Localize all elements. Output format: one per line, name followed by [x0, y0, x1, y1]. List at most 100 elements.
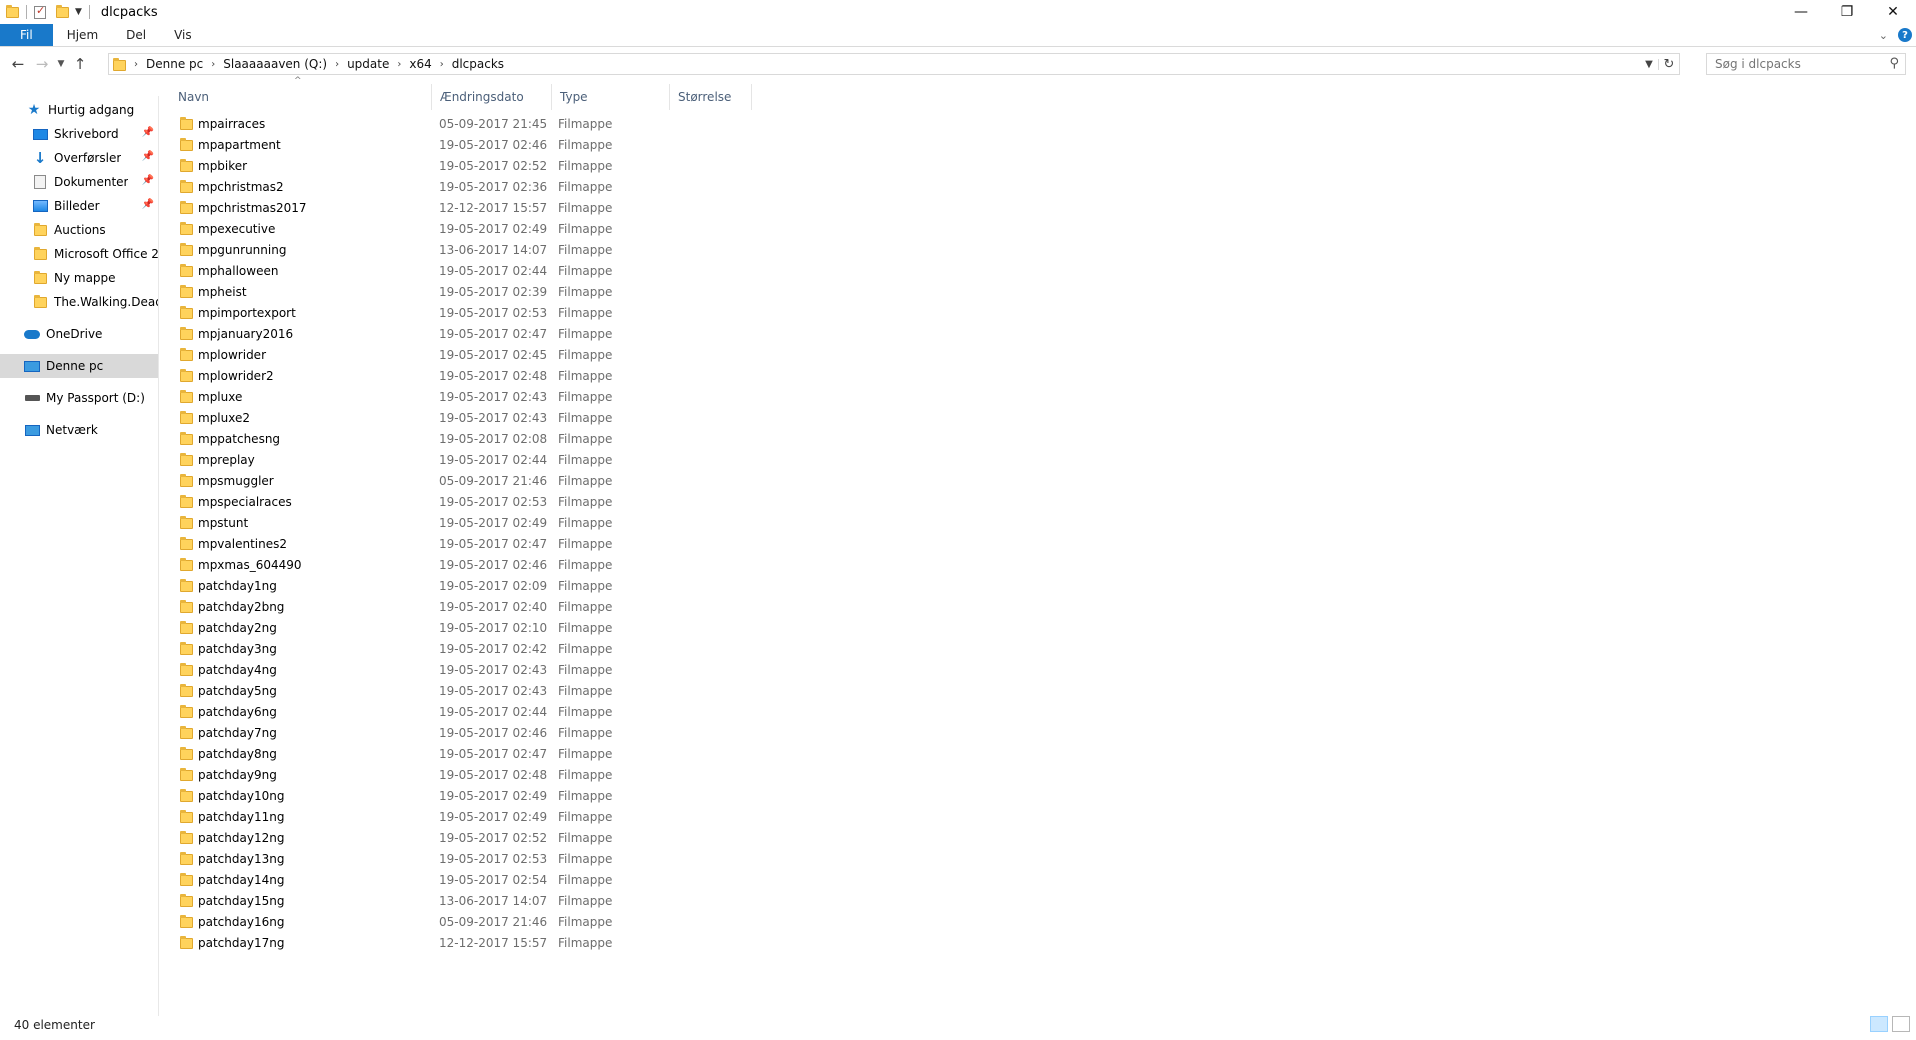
- address-history-chevron-icon[interactable]: ▼: [1640, 58, 1659, 70]
- file-row[interactable]: patchday2bng 19-05-2017 02:40 Filmappe: [170, 596, 770, 617]
- sidebar-item-pictures[interactable]: Billeder 📌: [0, 194, 158, 218]
- file-row[interactable]: patchday13ng 19-05-2017 02:53 Filmappe: [170, 848, 770, 869]
- file-row[interactable]: mpexecutive 19-05-2017 02:49 Filmappe: [170, 218, 770, 239]
- sidebar-item-onedrive[interactable]: OneDrive: [0, 322, 158, 346]
- close-button[interactable]: ✕: [1870, 0, 1916, 24]
- file-row[interactable]: mpluxe2 19-05-2017 02:43 Filmappe: [170, 407, 770, 428]
- sidebar-item-documents[interactable]: Dokumenter 📌: [0, 170, 158, 194]
- file-row[interactable]: patchday4ng 19-05-2017 02:43 Filmappe: [170, 659, 770, 680]
- file-row[interactable]: mpstunt 19-05-2017 02:49 Filmappe: [170, 512, 770, 533]
- file-row[interactable]: mplowrider 19-05-2017 02:45 Filmappe: [170, 344, 770, 365]
- restore-button[interactable]: ❐: [1824, 0, 1870, 24]
- column-header-size[interactable]: Størrelse: [670, 84, 752, 110]
- minimize-button[interactable]: —: [1778, 0, 1824, 24]
- file-row[interactable]: mpchristmas2017 12-12-2017 15:57 Filmappe: [170, 197, 770, 218]
- address-bar[interactable]: › Denne pc › Slaaaaaaven (Q:) › update ›…: [108, 53, 1680, 75]
- file-row[interactable]: patchday7ng 19-05-2017 02:46 Filmappe: [170, 722, 770, 743]
- file-row[interactable]: mppatchesng 19-05-2017 02:08 Filmappe: [170, 428, 770, 449]
- column-header-name[interactable]: Navn: [170, 84, 432, 110]
- file-row[interactable]: mpvalentines2 19-05-2017 02:47 Filmappe: [170, 533, 770, 554]
- recent-locations-chevron-icon[interactable]: ▼: [54, 59, 68, 69]
- file-row[interactable]: patchday15ng 13-06-2017 14:07 Filmappe: [170, 890, 770, 911]
- breadcrumb-chevron-icon[interactable]: ›: [126, 59, 146, 70]
- expand-ribbon-chevron-icon[interactable]: ⌄: [1879, 29, 1888, 42]
- file-type: Filmappe: [558, 704, 613, 719]
- file-row[interactable]: patchday2ng 19-05-2017 02:10 Filmappe: [170, 617, 770, 638]
- file-row[interactable]: mpspecialraces 19-05-2017 02:53 Filmappe: [170, 491, 770, 512]
- sidebar-item-new-folder[interactable]: Ny mappe: [0, 266, 158, 290]
- file-row[interactable]: patchday9ng 19-05-2017 02:48 Filmappe: [170, 764, 770, 785]
- file-row[interactable]: mpchristmas2 19-05-2017 02:36 Filmappe: [170, 176, 770, 197]
- new-folder-icon[interactable]: [56, 4, 69, 18]
- breadcrumb-chevron-icon[interactable]: ›: [327, 59, 347, 70]
- column-header-type[interactable]: Type: [552, 84, 670, 110]
- file-row[interactable]: patchday6ng 19-05-2017 02:44 Filmappe: [170, 701, 770, 722]
- sidebar-item-network[interactable]: Netværk: [0, 418, 158, 442]
- file-row[interactable]: mpxmas_604490 19-05-2017 02:46 Filmappe: [170, 554, 770, 575]
- file-row[interactable]: mphalloween 19-05-2017 02:44 Filmappe: [170, 260, 770, 281]
- search-input[interactable]: [1707, 56, 1877, 72]
- tab-file[interactable]: Fil: [0, 24, 53, 46]
- file-row[interactable]: patchday10ng 19-05-2017 02:49 Filmappe: [170, 785, 770, 806]
- large-icons-view-icon[interactable]: [1892, 1016, 1910, 1032]
- file-row[interactable]: patchday11ng 19-05-2017 02:49 Filmappe: [170, 806, 770, 827]
- file-list: mpairraces 05-09-2017 21:45 Filmappe mpapar…: [170, 113, 770, 953]
- file-row[interactable]: patchday8ng 19-05-2017 02:47 Filmappe: [170, 743, 770, 764]
- file-row[interactable]: patchday1ng 19-05-2017 02:09 Filmappe: [170, 575, 770, 596]
- file-row[interactable]: patchday16ng 05-09-2017 21:46 Filmappe: [170, 911, 770, 932]
- file-row[interactable]: mpbiker 19-05-2017 02:52 Filmappe: [170, 155, 770, 176]
- file-name: mpjanuary2016: [198, 326, 294, 341]
- sidebar-item-desktop[interactable]: Skrivebord 📌: [0, 122, 158, 146]
- file-row[interactable]: mpluxe 19-05-2017 02:43 Filmappe: [170, 386, 770, 407]
- help-icon[interactable]: ?: [1898, 28, 1912, 42]
- file-row[interactable]: patchday5ng 19-05-2017 02:43 Filmappe: [170, 680, 770, 701]
- file-row[interactable]: patchday12ng 19-05-2017 02:52 Filmappe: [170, 827, 770, 848]
- tab-home[interactable]: Hjem: [53, 24, 112, 46]
- sidebar-item-quick-access[interactable]: ★ Hurtig adgang: [0, 98, 158, 122]
- properties-icon[interactable]: [34, 4, 46, 19]
- file-row[interactable]: mpsmuggler 05-09-2017 21:46 Filmappe: [170, 470, 770, 491]
- breadcrumb-update[interactable]: update: [347, 57, 389, 71]
- breadcrumb-dlcpacks[interactable]: dlcpacks: [452, 57, 504, 71]
- pin-icon[interactable]: 📌: [142, 175, 154, 186]
- file-row[interactable]: mpgunrunning 13-06-2017 14:07 Filmappe: [170, 239, 770, 260]
- pin-icon[interactable]: 📌: [142, 199, 154, 210]
- search-box[interactable]: ⚲: [1706, 53, 1906, 75]
- file-name: mpchristmas2017: [198, 200, 307, 215]
- back-arrow-icon[interactable]: ←: [6, 55, 30, 73]
- search-icon[interactable]: ⚲: [1889, 56, 1899, 71]
- breadcrumb-x64[interactable]: x64: [409, 57, 431, 71]
- file-row[interactable]: patchday3ng 19-05-2017 02:42 Filmappe: [170, 638, 770, 659]
- breadcrumb-this-pc[interactable]: Denne pc: [146, 57, 203, 71]
- file-row[interactable]: patchday17ng 12-12-2017 15:57 Filmappe: [170, 932, 770, 953]
- file-row[interactable]: mpairraces 05-09-2017 21:45 Filmappe: [170, 113, 770, 134]
- sidebar-item-my-passport[interactable]: My Passport (D:): [0, 386, 158, 410]
- file-row[interactable]: mpjanuary2016 19-05-2017 02:47 Filmappe: [170, 323, 770, 344]
- up-arrow-icon[interactable]: ↑: [68, 55, 92, 73]
- folder-icon: [180, 411, 193, 424]
- file-row[interactable]: mplowrider2 19-05-2017 02:48 Filmappe: [170, 365, 770, 386]
- file-row[interactable]: mpapartment 19-05-2017 02:46 Filmappe: [170, 134, 770, 155]
- column-header-date[interactable]: Ændringsdato: [432, 84, 552, 110]
- breadcrumb-chevron-icon[interactable]: ›: [203, 59, 223, 70]
- sidebar-item-walking-dead[interactable]: The.Walking.Dead.S: [0, 290, 158, 314]
- file-row[interactable]: patchday14ng 19-05-2017 02:54 Filmappe: [170, 869, 770, 890]
- forward-arrow-icon[interactable]: →: [30, 55, 54, 73]
- sidebar-item-this-pc[interactable]: Denne pc: [0, 354, 158, 378]
- breadcrumb-chevron-icon[interactable]: ›: [432, 59, 452, 70]
- pin-icon[interactable]: 📌: [142, 151, 154, 162]
- breadcrumb-chevron-icon[interactable]: ›: [389, 59, 409, 70]
- pin-icon[interactable]: 📌: [142, 127, 154, 138]
- sidebar-item-downloads[interactable]: ↓ Overførsler 📌: [0, 146, 158, 170]
- refresh-icon[interactable]: ↻: [1659, 57, 1679, 72]
- file-row[interactable]: mpimportexport 19-05-2017 02:53 Filmappe: [170, 302, 770, 323]
- details-view-icon[interactable]: [1870, 1016, 1888, 1032]
- tab-view[interactable]: Vis: [160, 24, 206, 46]
- tab-share[interactable]: Del: [112, 24, 160, 46]
- customize-toolbar-chevron-icon[interactable]: ▼: [75, 7, 82, 17]
- sidebar-item-auctions[interactable]: Auctions: [0, 218, 158, 242]
- sidebar-item-microsoft-office[interactable]: Microsoft Office 20: [0, 242, 158, 266]
- breadcrumb-drive[interactable]: Slaaaaaaven (Q:): [223, 57, 327, 71]
- file-row[interactable]: mpheist 19-05-2017 02:39 Filmappe: [170, 281, 770, 302]
- file-row[interactable]: mpreplay 19-05-2017 02:44 Filmappe: [170, 449, 770, 470]
